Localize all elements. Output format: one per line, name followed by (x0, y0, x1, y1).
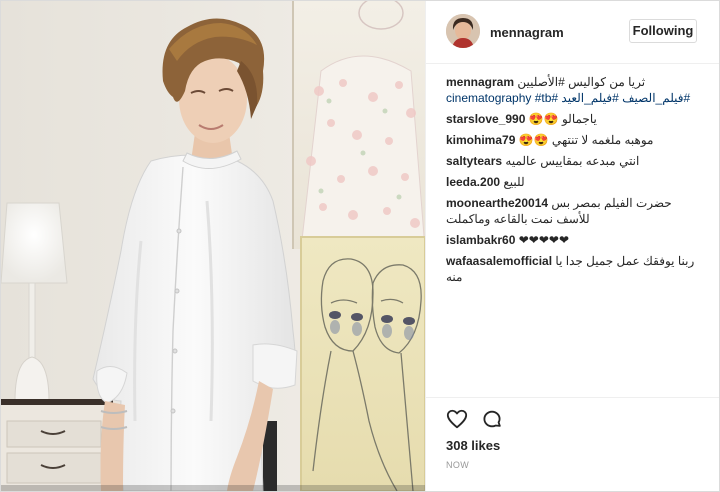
post-frame: mennagram Following mennagram ثريا من كو… (0, 0, 720, 492)
heart-icon[interactable] (446, 408, 468, 430)
comments-list: mennagram ثريا من كواليس #الأصليين #فيلم… (446, 74, 708, 290)
comment-username[interactable]: islambakr60 (446, 233, 515, 247)
post-header: mennagram Following (426, 1, 719, 64)
comment-text: ❤❤❤❤❤ (518, 233, 570, 247)
post-timestamp: NOW (446, 460, 470, 470)
comment-item: saltytears انتي مبدعه بمقاييس عالميه (446, 153, 708, 169)
comment-text: انتي مبدعه بمقاييس عالميه (505, 154, 640, 168)
comment-username[interactable]: starslove_990 (446, 112, 525, 126)
comment-item: islambakr60 ❤❤❤❤❤ (446, 232, 708, 248)
caption-username[interactable]: mennagram (446, 75, 514, 89)
avatar[interactable] (446, 14, 480, 48)
post-side-panel: mennagram Following mennagram ثريا من كو… (425, 1, 719, 491)
caption: mennagram ثريا من كواليس #الأصليين #فيلم… (446, 74, 708, 106)
comment-text: ياجمالو 😍😍 (528, 112, 597, 126)
likes-count[interactable]: 308 likes (446, 438, 500, 453)
caption-text: ثريا من كواليس #الأصليين (517, 75, 646, 89)
post-photo[interactable] (1, 1, 425, 491)
comment-text: للبيع (503, 175, 525, 189)
comment-item: moonearthe20014 حضرت الفيلم بمصر بس للأس… (446, 195, 708, 227)
avatar-image (446, 14, 480, 48)
comment-username[interactable]: saltytears (446, 154, 502, 168)
comment-username[interactable]: wafaasalemofficial (446, 254, 552, 268)
comment-username[interactable]: leeda.200 (446, 175, 500, 189)
comment-item: kimohima79 موهبه ملغمه لا تنتهي 😍😍 (446, 132, 708, 148)
comment-bubble-icon[interactable] (481, 408, 503, 430)
post-author-username[interactable]: mennagram (490, 25, 564, 40)
comment-username[interactable]: kimohima79 (446, 133, 515, 147)
comment-username[interactable]: moonearthe20014 (446, 196, 548, 210)
comment-text: موهبه ملغمه لا تنتهي 😍😍 (518, 133, 654, 147)
following-button[interactable]: Following (629, 19, 697, 43)
caption-hashtags[interactable]: #فيلم_الصيف #فيلم_العيد #cinematography … (446, 90, 708, 106)
photo-illustration (1, 1, 425, 491)
post-actions: 308 likes NOW (426, 397, 719, 491)
comment-item: leeda.200 للبيع (446, 174, 708, 190)
comment-item: starslove_990 ياجمالو 😍😍 (446, 111, 708, 127)
comment-item: wafaasalemofficial ربنا يوفقك عمل جميل ج… (446, 253, 708, 285)
